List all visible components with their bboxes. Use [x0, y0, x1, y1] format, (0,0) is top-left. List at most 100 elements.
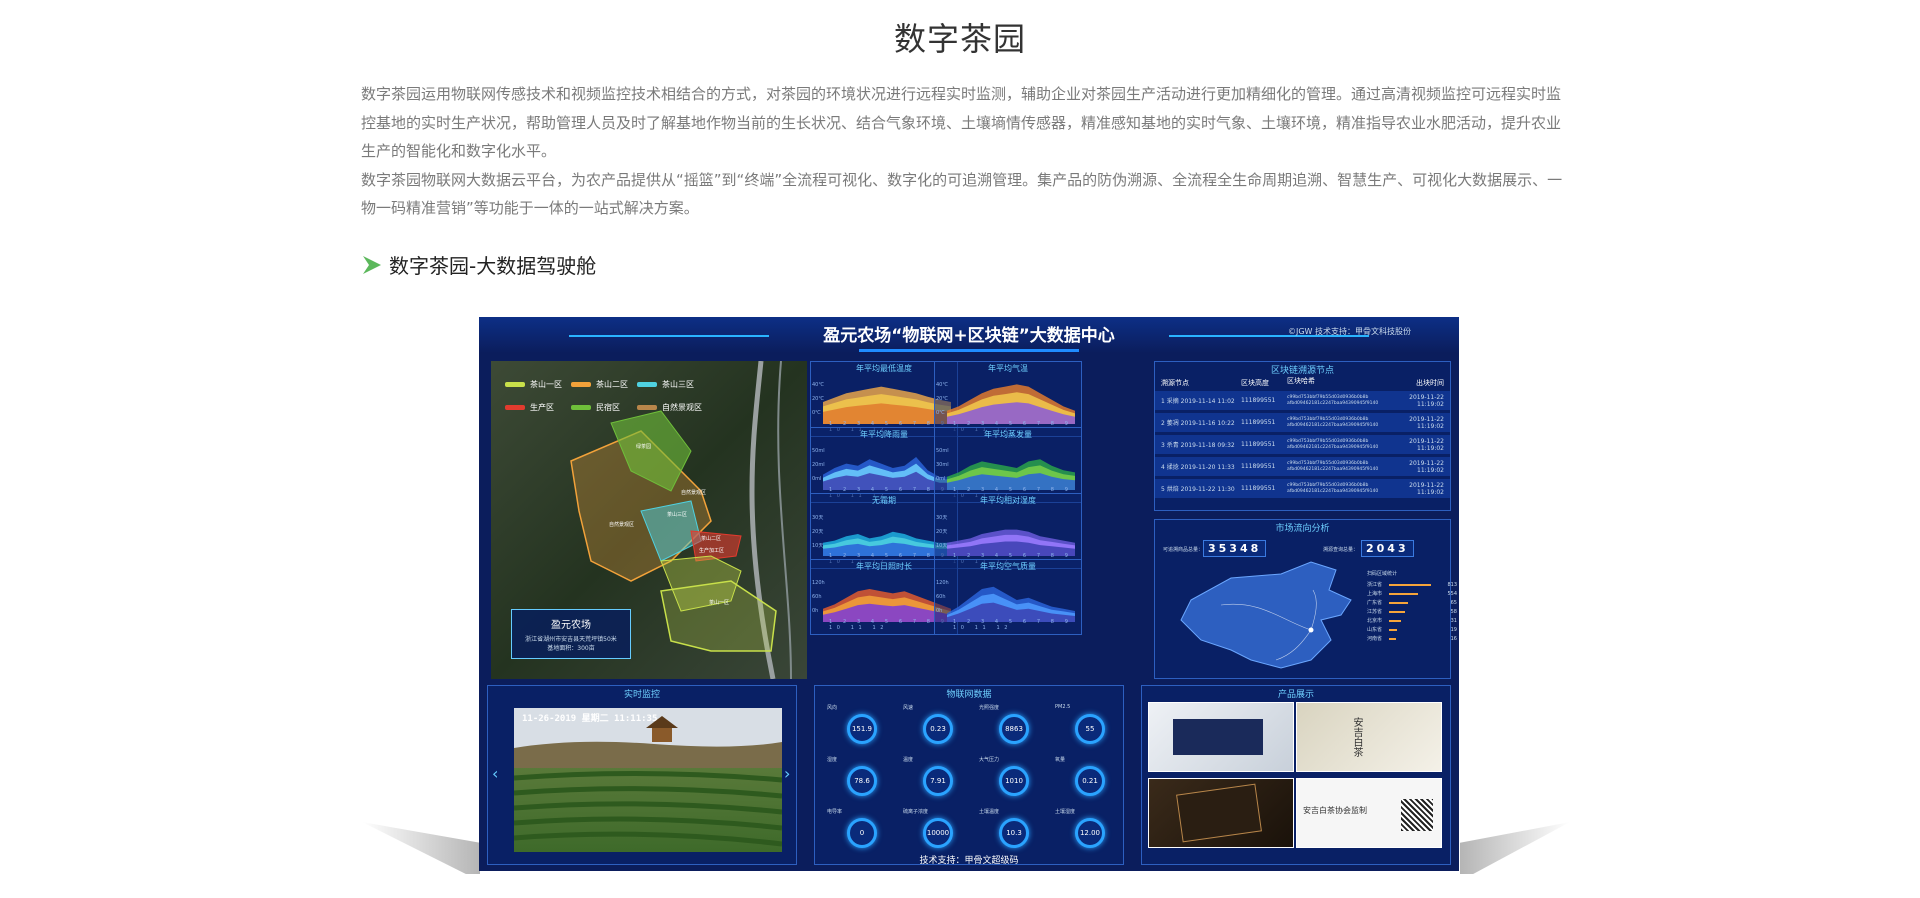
table-row[interactable]: 1 采摘 2019-11-14 11:02 111899551 c99bd753bb… — [1155, 391, 1450, 410]
legend-swatch — [571, 405, 591, 410]
gauge-value: 0.21 — [1075, 766, 1105, 796]
climate-chart: 年平均空气质量 120h 60h 0h 1 2 3 4 5 6 7 8 9 10 11 … — [934, 559, 1082, 635]
y-tick-label: 20ml — [812, 462, 825, 468]
gauge-value: 78.6 — [847, 766, 877, 796]
iot-gauge[interactable]: 湿度 78.6 — [823, 756, 895, 800]
products-title: 产品展示 — [1277, 690, 1314, 700]
chart-title: 年平均相对湿度 — [980, 496, 1036, 505]
product-box — [1176, 783, 1262, 843]
cell-height: 111899551 — [1241, 463, 1276, 470]
area-chart — [947, 586, 1075, 622]
zone-label: 自然景观区 — [681, 490, 707, 496]
legend-swatch — [637, 405, 657, 410]
legend-swatch — [637, 382, 657, 387]
iot-gauge[interactable]: 光照强度 8863 — [975, 704, 1047, 748]
legend-item: 民宿区 — [571, 402, 637, 413]
cell-hash: c99bd753bbf79b55d03d0936b0b8b afbd094621… — [1287, 394, 1379, 406]
climate-chart: 年平均气温40℃20℃0℃1 2 3 4 5 6 7 8 9 10 11 12 — [934, 361, 1082, 437]
iot-gauge[interactable]: 风速 0.23 — [899, 704, 971, 748]
region-bar-fill — [1389, 601, 1408, 604]
product-image[interactable]: 安吉白茶 — [1296, 702, 1442, 772]
gauge-label: 风速 — [903, 705, 914, 711]
iot-gauge[interactable]: PM2.5 55 — [1051, 704, 1123, 748]
gauge-value: 0.23 — [923, 714, 953, 744]
cell-node: 2 萎凋 2019-11-16 10:22 — [1161, 420, 1235, 427]
dashboard-credit: ©JGW 技术支持：甲骨文科技股份 — [1287, 327, 1411, 336]
y-tick-label: 20℃ — [936, 396, 948, 402]
chart-title: 年平均气温 — [988, 364, 1028, 373]
legend-item: 茶山二区 — [571, 379, 637, 390]
gauge-label: 风向 — [827, 705, 838, 711]
iot-gauge[interactable]: 大气压力 1010 — [975, 756, 1047, 800]
certificate-text: 安吉白茶协会监制 — [1303, 806, 1367, 815]
traceable-counter: 35348 — [1203, 540, 1267, 557]
iot-panel: 物联网数据 风向 151.9 风速 0.23 光照强度 8863 PM2.5 55 湿度 78.6… — [814, 685, 1124, 865]
y-tick-label: 30ml — [936, 462, 949, 468]
legend-item: 茶山一区 — [505, 379, 571, 390]
page-title: 数字茶园 — [893, 20, 1026, 58]
region-bar-fill — [1389, 610, 1405, 613]
iot-gauge[interactable]: 硫离子浓度 10000 — [899, 808, 971, 852]
region-bar: 上海市 554 — [1367, 589, 1457, 598]
tea-field-image — [514, 708, 782, 847]
zone-label: 茶山三区 — [667, 512, 688, 518]
farm-address: 浙江省湖州市安吉县天荒坪镇50米 — [525, 636, 617, 643]
market-title: 市场流向分析 — [1275, 524, 1330, 534]
gauge-label: PM2.5 — [1055, 704, 1071, 710]
zone-label: 自然景观区 — [609, 522, 635, 528]
y-tick-label: 40℃ — [936, 382, 948, 388]
col-hash: 区块哈希 — [1287, 377, 1315, 385]
intro-paragraph: 数字茶园物联网大数据云平台，为农产品提供从“摇篮”到“终端”全流程可视化、数字化… — [361, 170, 1563, 218]
prev-arrow-icon[interactable]: ‹ — [492, 764, 498, 783]
cell-time: 2019-11-22 11:19:02 — [1409, 393, 1444, 408]
iot-gauge[interactable]: 温度 7.91 — [899, 756, 971, 800]
region-bar-fill — [1389, 637, 1396, 640]
next-arrow-icon[interactable]: › — [784, 764, 790, 783]
blockchain-panel: 区块链溯源节点 溯源节点 区块高度 区块哈希 出块时间 1 采摘 2019-11… — [1154, 361, 1451, 511]
table-row[interactable]: 2 萎凋 2019-11-16 10:22 111899551 c99bd753bb… — [1155, 413, 1450, 432]
query-counter: 2043 — [1361, 540, 1414, 557]
gauge-value: 1010 — [999, 766, 1029, 796]
region-name: 广东省 — [1367, 600, 1383, 606]
cell-node: 5 烘焙 2019-11-22 11:30 — [1161, 486, 1235, 493]
monitor-title: 实时监控 — [623, 690, 660, 700]
region-name: 上海市 — [1367, 591, 1383, 597]
cell-node: 4 揉捻 2019-11-20 11:33 — [1161, 464, 1235, 471]
product-image[interactable] — [1148, 702, 1294, 772]
y-tick-label: 30天 — [936, 515, 948, 521]
iot-gauge[interactable]: 电导率 0 — [823, 808, 895, 852]
section-title: 数字茶园-大数据驾驶舱 — [389, 254, 597, 278]
y-tick-label: 0h — [812, 608, 819, 614]
region-bar-fill — [1389, 619, 1401, 622]
area-chart — [823, 589, 951, 622]
region-bars: 浙江省 813 上海市 554 广东省 65 江苏省 58 北京市 31 山东省 19 河南省 16 — [1367, 580, 1457, 643]
farm-name: 盈元农场 — [551, 620, 591, 631]
region-value: 554 — [1447, 590, 1457, 597]
x-axis-labels: 1 2 3 4 5 6 7 8 9 10 11 12 — [953, 619, 1073, 631]
region-bar-fill — [1389, 592, 1418, 595]
region-bar: 广东省 65 — [1367, 598, 1457, 607]
product-image[interactable] — [1148, 778, 1294, 848]
legend-label: 民宿区 — [596, 403, 620, 412]
region-name: 江苏省 — [1367, 609, 1383, 615]
legend-item: 生产区 — [505, 402, 571, 413]
y-tick-label: 0ml — [812, 476, 822, 482]
traceable-label: 可追溯商品总量： — [1163, 547, 1204, 553]
header-decoration — [859, 349, 1079, 352]
table-row[interactable]: 3 杀青 2019-11-18 09:32 111899551 c99bd753bb… — [1155, 435, 1450, 454]
col-node: 溯源节点 — [1161, 379, 1189, 387]
table-row[interactable]: 4 揉捻 2019-11-20 11:33 111899551 c99bd753bb… — [1155, 457, 1450, 476]
region-value: 16 — [1450, 635, 1457, 642]
legend-item: 自然景观区 — [637, 402, 703, 413]
gauge-value: 10.3 — [999, 818, 1029, 848]
gauge-label: 氧量 — [1055, 757, 1066, 763]
iot-gauge[interactable]: 风向 151.9 — [823, 704, 895, 748]
product-image[interactable]: 安吉白茶协会监制 — [1296, 778, 1442, 848]
table-row[interactable]: 5 烘焙 2019-11-22 11:30 111899551 c99bd753bb… — [1155, 479, 1450, 498]
y-tick-label: 120h — [936, 580, 949, 586]
chevron-right-icon — [363, 255, 381, 274]
iot-gauge[interactable]: 土壤温度 10.3 — [975, 808, 1047, 852]
camera-feed: 11-26-2019 星期二 11:11:35 — [514, 708, 782, 852]
iot-gauge[interactable]: 氧量 0.21 — [1051, 756, 1123, 800]
iot-gauge[interactable]: 土壤湿度 12.00 — [1051, 808, 1123, 852]
